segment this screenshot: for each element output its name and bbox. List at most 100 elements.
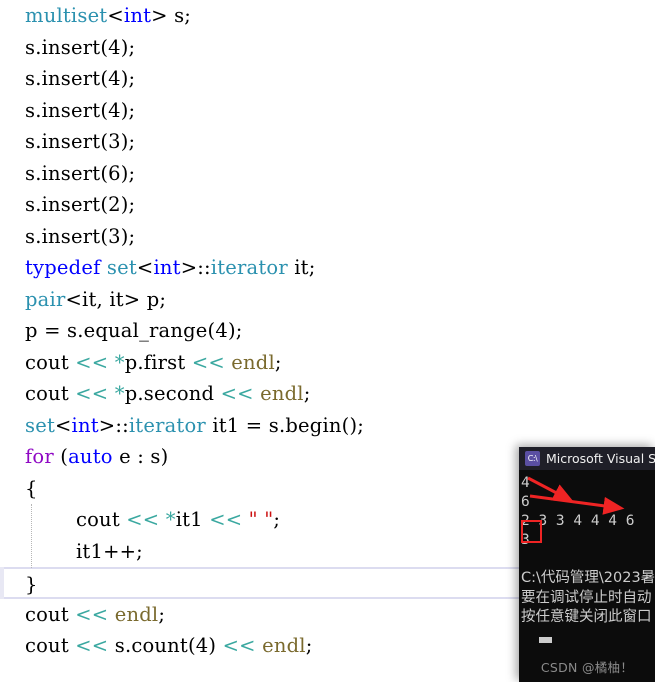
code-token: cout: [25, 602, 76, 626]
code-line[interactable]: cout << *p.second << endl;: [0, 378, 655, 410]
code-token: (: [100, 67, 109, 90]
code-token: (: [100, 224, 109, 248]
code-token: *: [165, 508, 176, 531]
console-output-line: 2 3 3 4 4 4 6: [521, 513, 635, 529]
code-token: <: [65, 287, 83, 311]
code-token: e : s: [112, 445, 161, 468]
code-token: 4: [195, 634, 209, 657]
console-cursor: [539, 637, 552, 643]
code-line[interactable]: set<int>::iterator it1 = s.begin();: [0, 410, 655, 442]
console-output-lines: 4 6 2 3 3 4 4 4 6 3: [521, 474, 655, 550]
code-token: s.insert: [25, 130, 101, 153]
code-token: s.insert: [25, 98, 101, 122]
code-token: 6: [108, 161, 121, 185]
code-token: ++;: [103, 539, 143, 563]
code-token: auto: [68, 445, 113, 468]
code-token: ;: [305, 634, 313, 657]
code-token: <: [107, 4, 124, 27]
code-token: cout: [25, 634, 76, 657]
code-token: set: [106, 256, 137, 279]
csdn-watermark: CSDN @橘柚！: [540, 660, 634, 675]
code-token: " ": [248, 508, 274, 531]
code-token: >: [123, 287, 141, 311]
code-token: endl: [231, 350, 275, 374]
code-line[interactable]: s.insert(4);: [0, 63, 655, 95]
code-token: ;: [273, 508, 281, 531]
code-token: pair: [25, 287, 66, 311]
code-line[interactable]: pair<it, it> p;: [0, 284, 655, 316]
code-line[interactable]: typedef set<int>::iterator it;: [0, 252, 655, 284]
code-token: 3: [108, 224, 121, 248]
console-output-line: 3: [521, 532, 530, 548]
code-token: iterator: [210, 256, 288, 279]
code-line[interactable]: s.insert(3);: [0, 126, 655, 158]
code-token: ::: [197, 256, 211, 279]
code-token: ,: [96, 287, 110, 311]
console-message-line: 要在调试停止时自动: [521, 589, 652, 606]
code-token: for: [25, 445, 54, 468]
code-line[interactable]: s.insert(4);: [0, 32, 655, 64]
code-token: (: [100, 193, 109, 216]
code-token: endl: [262, 634, 306, 657]
code-token: 4: [108, 35, 121, 59]
code-line[interactable]: s.insert(4);: [0, 95, 655, 127]
console-app-icon: C:\: [525, 451, 540, 466]
code-token: cout: [25, 350, 76, 374]
code-line[interactable]: s.insert(6);: [0, 158, 655, 190]
code-token: p.second: [124, 382, 221, 405]
code-token: ;: [274, 350, 282, 374]
code-token: p = s.equal_range: [25, 319, 208, 342]
code-line[interactable]: cout << *p.first << endl;: [0, 347, 655, 379]
console-output-line: 4: [521, 475, 530, 491]
code-token: <: [54, 413, 72, 437]
code-token: {: [25, 476, 38, 500]
code-token: p;: [140, 287, 167, 311]
code-token: ;: [158, 602, 166, 626]
console-message-line: C:\代码管理\2023暑: [521, 570, 655, 586]
code-token: <<: [126, 508, 160, 531]
code-token: int: [153, 256, 181, 279]
code-token: (: [187, 634, 196, 657]
code-token: int: [71, 413, 99, 437]
console-message-line: 按任意键关闭此窗口: [521, 609, 652, 625]
code-token: ();: [341, 413, 365, 437]
code-token: it: [82, 287, 97, 311]
code-token: (: [100, 98, 109, 122]
code-token: <: [136, 256, 154, 279]
code-token: <<: [75, 382, 109, 405]
code-token: p.first: [124, 350, 192, 374]
code-token: );: [120, 224, 136, 248]
code-token: <<: [220, 382, 254, 405]
code-token: *: [114, 382, 125, 405]
code-token: }: [25, 573, 38, 596]
code-token: it1 = s.begin: [205, 413, 342, 437]
code-token: endl: [260, 382, 304, 405]
code-token: <<: [191, 350, 225, 374]
console-body[interactable]: 4 6 2 3 3 4 4 4 6 3 C:\代码管理\2023暑 要在调试停止时自动按…: [519, 470, 655, 682]
code-token: );: [227, 319, 243, 342]
code-token: 4: [108, 67, 121, 90]
code-token: set: [25, 413, 55, 437]
code-token: <<: [75, 350, 109, 374]
code-token: iterator: [128, 413, 206, 437]
code-line[interactable]: p = s.equal_range(4);: [0, 315, 655, 347]
console-titlebar[interactable]: C:\ Microsoft Visual S: [519, 447, 655, 470]
code-token: endl: [114, 602, 159, 626]
code-token: 3: [108, 130, 121, 153]
code-token: );: [120, 161, 136, 185]
code-line[interactable]: multiset<int> s;: [0, 0, 655, 32]
code-token: >: [151, 4, 168, 27]
code-token: 4: [108, 98, 121, 122]
code-token: <<: [75, 602, 109, 626]
code-token: ): [208, 634, 223, 657]
code-token: ::: [115, 413, 129, 437]
code-token: s;: [167, 4, 192, 27]
code-line[interactable]: s.insert(2);: [0, 189, 655, 221]
code-token: ): [160, 445, 169, 468]
code-token: );: [120, 35, 136, 59]
code-token: s.insert: [25, 35, 101, 59]
console-title-text: Microsoft Visual S: [546, 451, 655, 466]
console-window[interactable]: C:\ Microsoft Visual S 4 6 2 3 3 4 4 4 6 3 …: [519, 447, 655, 682]
code-line[interactable]: s.insert(3);: [0, 221, 655, 253]
code-token: );: [120, 98, 136, 122]
